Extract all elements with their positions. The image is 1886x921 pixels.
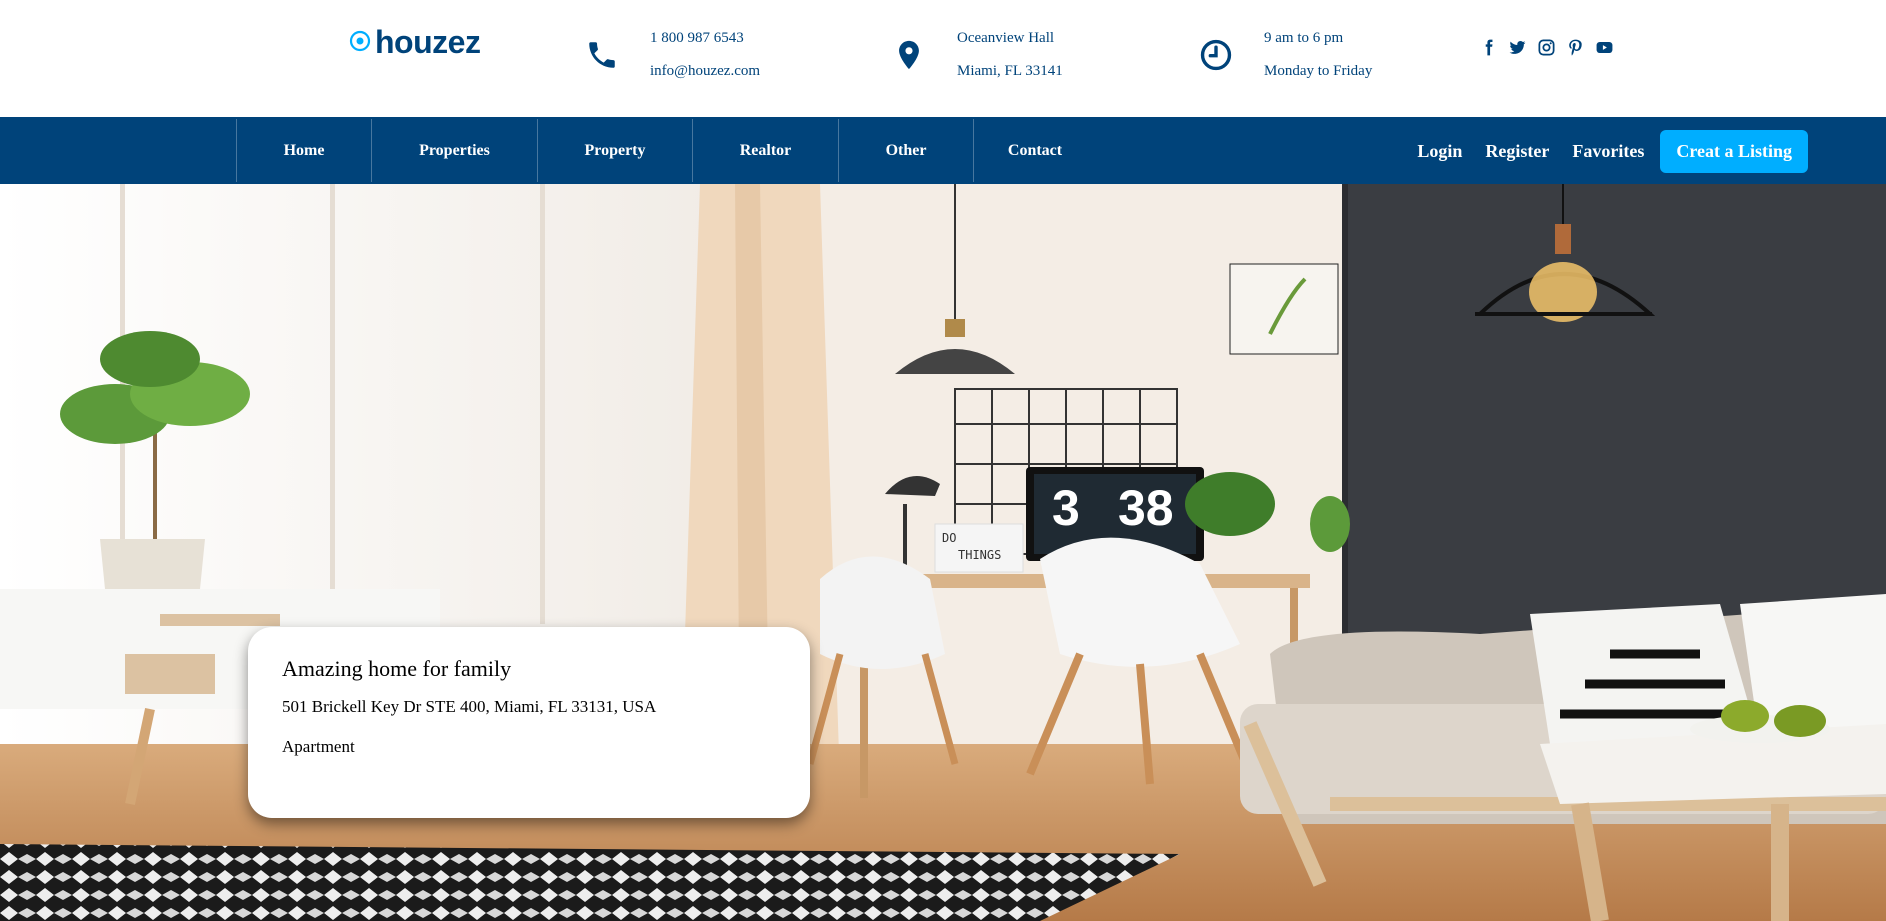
twitter-icon[interactable]	[1507, 37, 1528, 58]
contact-location: Oceanview Hall Miami, FL 33141	[892, 22, 1063, 88]
property-card[interactable]: Amazing home for family 501 Brickell Key…	[248, 627, 810, 818]
property-address: 501 Brickell Key Dr STE 400, Miami, FL 3…	[282, 697, 657, 716]
location-name: Oceanview Hall	[957, 30, 1055, 46]
instagram-icon[interactable]	[1536, 37, 1557, 58]
nav-menu: Home Properties Property Realtor Other C…	[236, 119, 1096, 182]
clock-minutes-text: 38	[1118, 480, 1174, 536]
favorites-link[interactable]: Favorites	[1572, 141, 1644, 162]
login-link[interactable]: Login	[1417, 141, 1462, 162]
create-listing-button[interactable]: Creat a Listing	[1660, 130, 1808, 173]
nav-item-home[interactable]: Home	[236, 119, 371, 182]
youtube-icon[interactable]	[1594, 37, 1615, 58]
hours-time: 9 am to 6 pm	[1264, 30, 1344, 46]
social-links	[1478, 37, 1615, 58]
nav-item-properties[interactable]: Properties	[371, 119, 537, 182]
clock-icon	[1200, 39, 1232, 71]
sign-line-1: DO	[942, 531, 956, 545]
location-city: Miami, FL 33141	[957, 63, 1063, 79]
logo-text: houzez	[375, 24, 481, 60]
main-navigation: Home Properties Property Realtor Other C…	[0, 117, 1886, 184]
sign-line-2: THINGS	[958, 548, 1001, 562]
logo-pin-icon	[349, 30, 371, 52]
pinterest-icon[interactable]	[1565, 37, 1586, 58]
phone-icon	[589, 42, 615, 68]
nav-item-contact[interactable]: Contact	[973, 119, 1096, 182]
property-type: Apartment	[282, 737, 355, 756]
contact-phone: 1 800 987 6543 info@houzez.com	[585, 22, 760, 88]
phone-number[interactable]: 1 800 987 6543	[650, 22, 760, 55]
nav-user-actions: Login Register Favorites Creat a Listing	[1417, 130, 1808, 173]
hours-days: Monday to Friday	[1264, 63, 1373, 79]
email-address[interactable]: info@houzez.com	[650, 55, 760, 88]
facebook-icon[interactable]	[1478, 37, 1499, 58]
register-link[interactable]: Register	[1485, 141, 1549, 162]
property-title[interactable]: Amazing home for family	[282, 655, 776, 683]
nav-item-property[interactable]: Property	[537, 119, 692, 182]
hero-banner: 3 38 DO THINGS Amazing home for family 5…	[0, 184, 1886, 921]
nav-item-realtor[interactable]: Realtor	[692, 119, 838, 182]
logo[interactable]: houzez	[348, 24, 481, 60]
contact-hours: 9 am to 6 pm Monday to Friday	[1199, 22, 1372, 88]
clock-hours-text: 3	[1052, 480, 1080, 536]
nav-item-other[interactable]: Other	[838, 119, 973, 182]
top-info-bar: houzez 1 800 987 6543 info@houzez.com Oc…	[0, 0, 1886, 117]
map-pin-icon	[899, 40, 919, 70]
